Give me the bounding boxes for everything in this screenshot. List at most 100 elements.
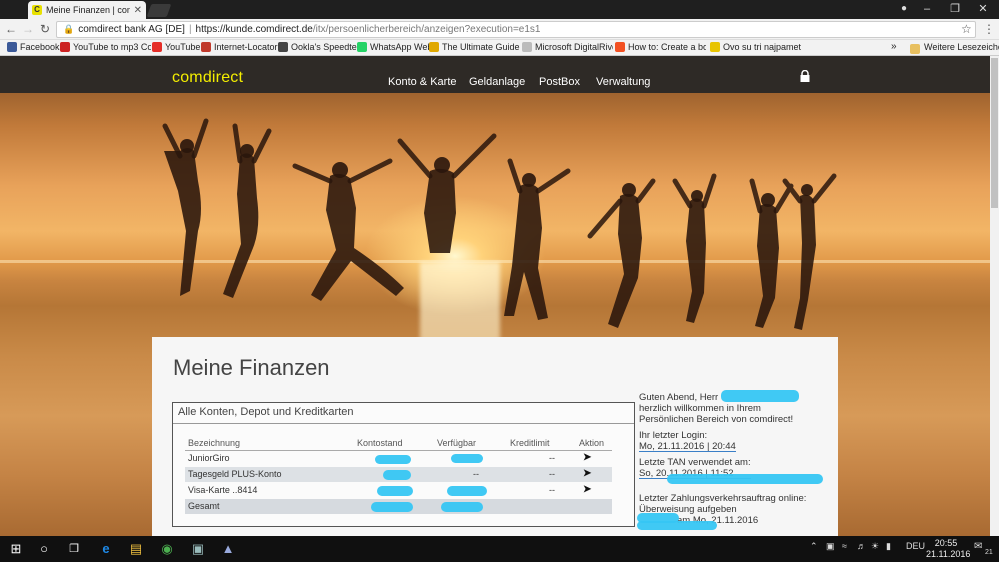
row-action-arrow-icon[interactable]: ➤ [583,452,591,463]
comdirect-logo[interactable]: comdirect [172,69,243,87]
page-title: Meine Finanzen [173,355,330,380]
account-name: JuniorGiro [188,453,230,463]
bookmark-item[interactable]: YouTube [152,42,200,52]
bookmark-label: Microsoft DigitalRiver [535,42,613,52]
facebook-icon [7,42,17,52]
whatsapp-icon [357,42,367,52]
battery-icon[interactable]: ▮ [886,541,891,552]
notification-count: 21 [985,549,993,556]
table-total-row: Gesamt [185,499,612,514]
row-action-arrow-icon[interactable]: ➤ [583,468,591,479]
windows-start-icon[interactable]: ⊞ [7,540,25,558]
last-login-label: Ihr letzter Login: [639,430,708,441]
bookmark-star-icon[interactable]: ☆ [961,22,972,36]
bookmark-item[interactable]: The Ultimate Guide to [429,42,520,52]
bookmark-label: Facebook [20,42,60,52]
search-icon[interactable]: ○ [35,540,53,558]
more-bookmarks-chevron[interactable]: » [891,41,897,52]
page-icon [522,42,532,52]
minimize-window-button[interactable]: – [912,0,942,19]
redacted-available [447,486,487,496]
reload-icon[interactable]: ↻ [38,22,52,36]
redacted-balance [377,486,413,496]
row-action-arrow-icon[interactable]: ➤ [583,484,591,495]
nav-geldanlage[interactable]: Geldanlage [469,76,525,88]
table-row[interactable]: JuniorGiro -- ➤ [185,451,612,466]
maximize-window-button[interactable]: ❐ [940,0,970,19]
app-window-icon[interactable]: ▣ [189,540,207,558]
screen: C Meine Finanzen | comdi ✕ ● – ❐ ✕ ← → ↻… [0,0,999,562]
last-tan-label: Letzte TAN verwendet am: [639,457,751,468]
wifi-icon[interactable]: ≈ [842,541,847,551]
bookmark-item[interactable]: Facebook [7,42,60,52]
network-icon[interactable]: ▣ [826,541,835,552]
bookmark-item[interactable]: Microsoft DigitalRiver [522,42,613,52]
scrollbar-thumb[interactable] [991,58,998,208]
action-center-icon[interactable]: ✉ [974,541,982,552]
greeting-block: Guten Abend, Herr herzlich willkommen in… [639,390,799,425]
address-bar[interactable]: 🔒 comdirect bank AG [DE] | https://kunde… [56,21,976,38]
web-page: comdirect Konto & Karte Geldanlage PostB… [0,56,990,536]
bookmark-item[interactable]: YouTube to mp3 Conv [60,42,151,52]
greeting-line: herzlich willkommen in Ihrem [639,403,761,414]
taskbar-clock[interactable]: 20:55 21.11.2016 [926,538,970,560]
last-tan-block: Letzte TAN verwendet am: So, 20.11.2016 … [639,457,823,484]
bookmark-item[interactable]: Internet-Locator [201,42,278,52]
e-icon [710,42,720,52]
col-aktion: Aktion [579,438,605,448]
edge-browser-icon[interactable]: e [97,540,115,558]
back-arrow-icon[interactable]: ← [4,22,18,36]
bookmark-label: The Ultimate Guide to [442,42,520,52]
photos-app-icon[interactable]: ▲ [219,540,237,558]
accounts-box: Alle Konten, Depot und Kreditkarten Beze… [172,402,635,527]
new-tab-button[interactable] [146,4,172,17]
browser-menu-icon[interactable]: ⋮ [983,22,995,36]
nav-verwaltung[interactable]: Verwaltung [596,76,650,88]
table-row[interactable]: Visa-Karte ..8414 -- ➤ [185,483,612,498]
logout-lock-icon[interactable] [799,70,811,82]
greeting-line: Persönlichen Bereich von comdirect! [639,414,794,425]
browser-tab[interactable]: C Meine Finanzen | comdi ✕ [28,1,146,19]
bookmark-item[interactable]: WhatsApp Web [357,42,432,52]
table-row[interactable]: Tagesgeld PLUS-Konto -- -- ➤ [185,467,612,482]
file-explorer-icon[interactable]: ▤ [127,540,145,558]
bookmark-label: WhatsApp Web [370,42,433,52]
redacted-total-available [441,502,483,512]
accounts-header-divider [173,423,634,424]
close-window-button[interactable]: ✕ [968,0,998,19]
accounts-header: Alle Konten, Depot und Kreditkarten [178,406,354,418]
volume-icon[interactable]: ♬ [857,541,866,551]
available-amount: -- [473,469,479,479]
tab-title: Meine Finanzen | comdi [46,5,130,15]
jumping-people-silhouettes [162,118,837,330]
windows-icon [615,42,625,52]
redacted-total-balance [371,502,413,512]
last-payment-block: Letzter Zahlungsverkehrsauftrag online: … [637,493,806,530]
nav-postbox[interactable]: PostBox [539,76,580,88]
bookmark-item[interactable]: How to: Create a boo [615,42,706,52]
weather-icon[interactable]: ☀ [871,541,879,552]
task-view-icon[interactable]: ❐ [65,540,83,558]
last-login-value: Mo, 21.11.2016 | 20:44 [639,441,736,452]
youtube-mp3-icon [60,42,70,52]
close-tab-icon[interactable]: ✕ [134,5,142,16]
browser-tab-strip: C Meine Finanzen | comdi ✕ ● – ❐ ✕ [0,0,999,19]
col-bezeichnung: Bezeichnung [188,438,241,448]
bookmark-label: Ovo su tri najpametn [723,42,801,52]
bookmark-label: Ookla's Speedtest [291,42,364,52]
tray-expand-icon[interactable]: ⌃ [810,541,818,552]
bookmark-label: How to: Create a boo [628,42,706,52]
bookmark-item[interactable]: Ookla's Speedtest [278,42,364,52]
chrome-browser-icon[interactable]: ◉ [158,540,176,558]
col-verfuegbar: Verfügbar [437,438,477,448]
guide-icon [429,42,439,52]
keyboard-language[interactable]: DEU [906,541,925,551]
page-scrollbar[interactable] [990,56,999,536]
nav-konto-karte[interactable]: Konto & Karte [388,76,457,88]
youtube-icon [152,42,162,52]
finance-panel: Meine Finanzen Alle Konten, Depot und Kr… [152,337,838,536]
forward-arrow-icon[interactable]: → [21,22,35,36]
bookmark-item[interactable]: Ovo su tri najpametn [710,42,801,52]
col-kontostand: Kontostand [357,438,403,448]
speedtest-icon [278,42,288,52]
